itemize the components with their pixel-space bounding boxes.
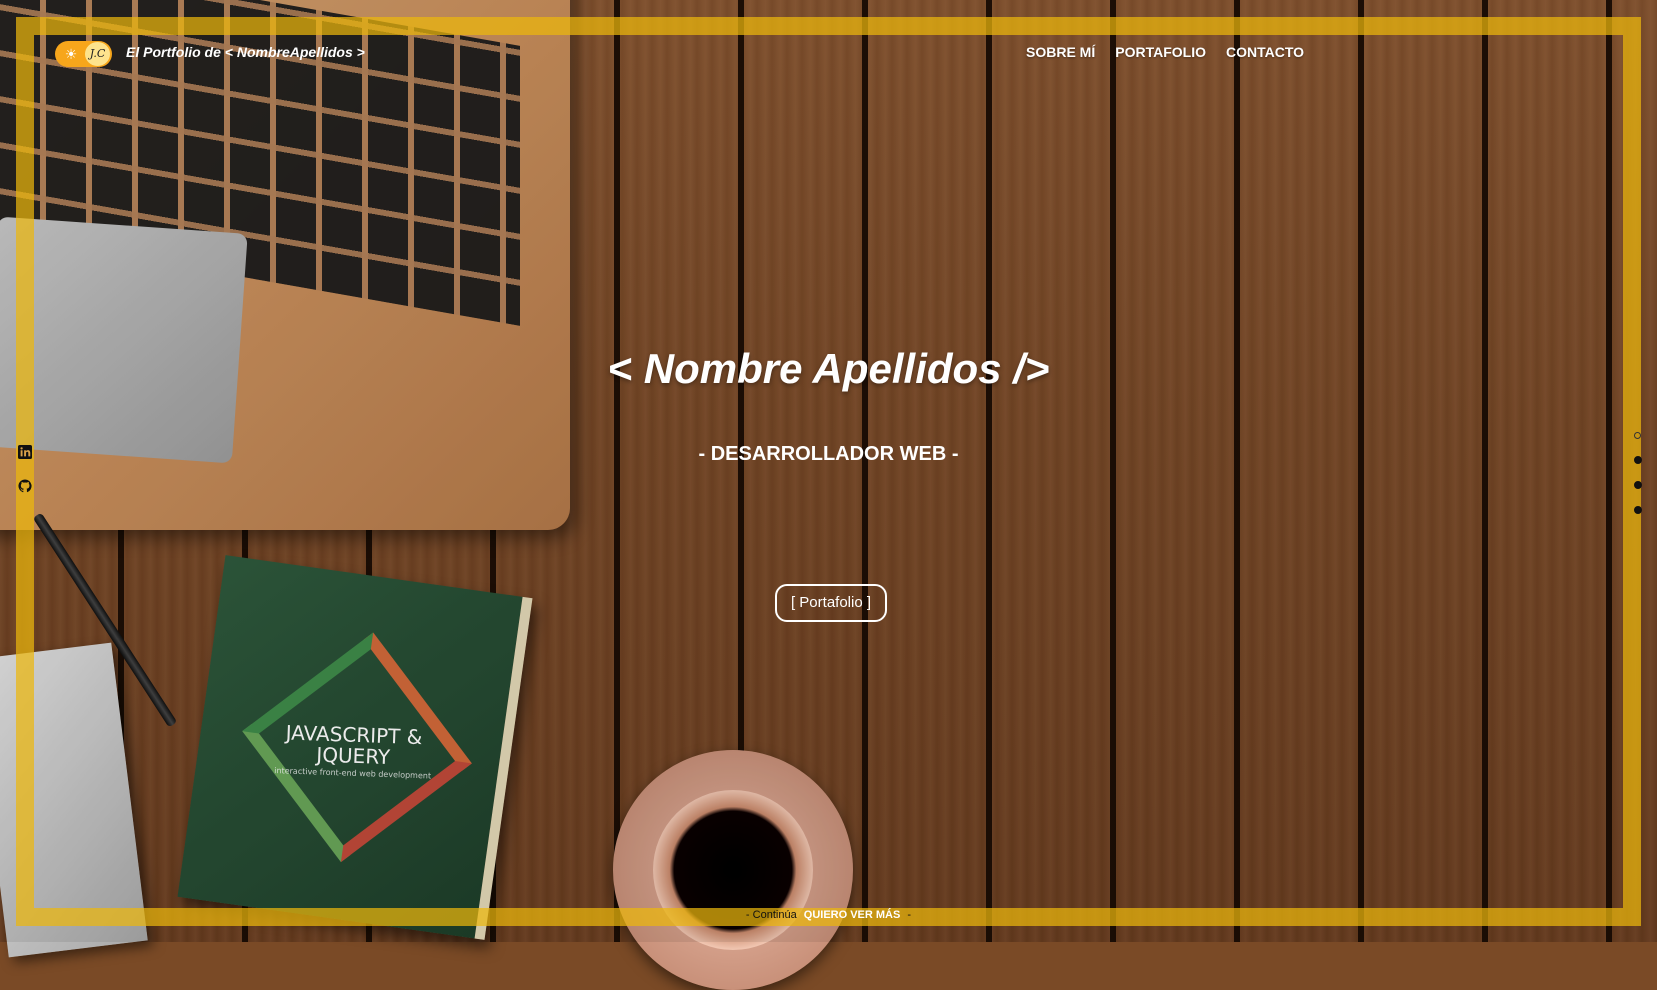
site-brand[interactable]: El Portfolio de < NombreApellidos >	[126, 44, 365, 60]
footer-prefix: -	[745, 909, 750, 921]
sun-icon: ☀	[64, 46, 78, 62]
footer-lead: Continúa	[752, 909, 797, 921]
linkedin-icon[interactable]	[18, 445, 32, 459]
pagination-dot-4[interactable]	[1634, 506, 1642, 514]
pagination-dot-1[interactable]	[1634, 432, 1641, 439]
nav-contacto[interactable]: CONTACTO	[1226, 44, 1304, 60]
toggle-knob: J.C	[85, 42, 110, 66]
portafolio-button[interactable]: [ Portafolio ]	[775, 584, 887, 622]
hero-subtitle: - DESARROLLADOR WEB -	[698, 443, 959, 465]
scroll-hint: - Continúa QUIERO VER MÁS -	[0, 909, 1657, 921]
quiero-ver-mas-link[interactable]: QUIERO VER MÁS	[804, 909, 901, 921]
section-pagination	[1634, 432, 1642, 531]
nav-portafolio[interactable]: PORTAFOLIO	[1115, 44, 1206, 60]
main-nav: SOBRE MÍ PORTAFOLIO CONTACTO	[1026, 44, 1304, 60]
hero-title: < Nombre Apellidos />	[607, 345, 1050, 392]
social-links	[18, 445, 34, 513]
nav-sobre-mi[interactable]: SOBRE MÍ	[1026, 44, 1095, 60]
footer-suffix: -	[907, 909, 912, 921]
pagination-dot-3[interactable]	[1634, 481, 1642, 489]
github-icon[interactable]	[18, 479, 32, 493]
pagination-dot-2[interactable]	[1634, 456, 1642, 464]
theme-toggle[interactable]: ☀ J.C	[55, 41, 112, 67]
background-shade	[0, 0, 1657, 942]
